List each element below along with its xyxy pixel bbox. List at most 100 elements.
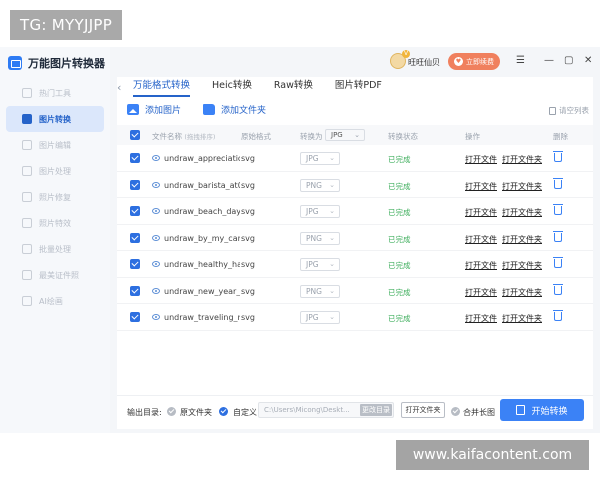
- sidebar-item-ai-paint[interactable]: AI绘画: [6, 288, 104, 314]
- merge-long-label: 合并长图: [463, 408, 495, 417]
- open-folder-link[interactable]: 打开文件夹: [502, 154, 542, 165]
- table-row: undraw_by_my_car_... svg PNG ⌄ 已完成 打开文件 打…: [117, 225, 593, 251]
- delete-icon[interactable]: [553, 310, 563, 321]
- open-folder-link[interactable]: 打开文件夹: [502, 313, 542, 324]
- tab-universal-format[interactable]: 万能格式转换: [133, 77, 191, 97]
- minimize-icon[interactable]: —: [544, 55, 554, 67]
- open-file-link[interactable]: 打开文件: [465, 260, 497, 271]
- username[interactable]: 旺旺仙贝: [392, 57, 440, 68]
- open-folder-link[interactable]: 打开文件夹: [502, 207, 542, 218]
- eye-icon[interactable]: [152, 181, 160, 188]
- add-folder-button[interactable]: 添加文件夹: [203, 103, 266, 116]
- target-format-select[interactable]: PNG ⌄: [300, 231, 340, 245]
- merge-long-checkbox[interactable]: [451, 407, 460, 416]
- open-folder-link[interactable]: 打开文件夹: [502, 234, 542, 245]
- id-photo-icon: [22, 270, 32, 280]
- target-format-value: PNG: [306, 286, 322, 296]
- close-icon[interactable]: ✕: [584, 55, 592, 67]
- add-image-button[interactable]: 添加图片: [127, 103, 181, 116]
- batch-icon: [22, 244, 32, 254]
- target-format-select[interactable]: JPG ⌄: [300, 258, 340, 271]
- table-header: 文件名称 (拖拽排序) 原始格式 转换为 JPG ⌄ 转换状态 操作 删除: [117, 125, 593, 145]
- target-format-select[interactable]: JPG ⌄: [300, 311, 340, 324]
- renew-button[interactable]: ♥ 立即续费: [448, 53, 500, 70]
- open-folder-link[interactable]: 打开文件夹: [502, 181, 542, 192]
- column-header-delete: 删除: [553, 132, 568, 141]
- row-checkbox[interactable]: [130, 232, 140, 243]
- row-checkbox[interactable]: [130, 285, 140, 296]
- target-format-select[interactable]: PNG ⌄: [300, 178, 340, 192]
- file-ext: svg: [241, 260, 255, 269]
- sidebar-item-image-process[interactable]: 图片处理: [6, 158, 104, 184]
- eye-icon[interactable]: [152, 208, 160, 214]
- tab-image-to-pdf[interactable]: 图片转PDF: [335, 77, 382, 97]
- open-file-link[interactable]: 打开文件: [465, 313, 497, 324]
- open-file-link[interactable]: 打开文件: [465, 234, 497, 245]
- sidebar-item-label: 批量处理: [39, 244, 71, 254]
- sidebar-item-photo-effects[interactable]: 照片特效: [6, 210, 104, 236]
- row-checkbox[interactable]: [130, 206, 140, 216]
- row-checkbox[interactable]: [130, 179, 140, 190]
- delete-icon[interactable]: [553, 204, 563, 215]
- delete-icon[interactable]: [553, 230, 563, 242]
- app-window: 万能图片转换器 热门工具 图片转换 图片编辑 图片处理 照片修复 照片特效 批量…: [0, 47, 600, 433]
- column-header-name: 文件名称 (拖拽排序): [152, 131, 215, 142]
- target-format-select[interactable]: JPG ⌄: [300, 152, 340, 165]
- clear-list-label: 请空列表: [559, 106, 589, 115]
- folder-icon: [203, 104, 215, 115]
- file-ext: svg: [241, 286, 255, 296]
- eye-icon[interactable]: [152, 155, 160, 161]
- eye-icon[interactable]: [152, 287, 160, 294]
- target-format-select[interactable]: PNG ⌄: [300, 284, 340, 298]
- maximize-icon[interactable]: ▢: [564, 55, 573, 67]
- sidebar-item-image-edit[interactable]: 图片编辑: [6, 132, 104, 158]
- target-format-value: JPG: [306, 207, 319, 216]
- clear-list-button[interactable]: 请空列表: [549, 105, 589, 116]
- delete-icon[interactable]: [553, 177, 563, 189]
- tab-heic[interactable]: Heic转换: [212, 77, 252, 97]
- output-path-field[interactable]: C:\Users\Micong\Deskt... 更改目录: [258, 402, 394, 418]
- delete-icon[interactable]: [553, 151, 563, 162]
- select-all-checkbox[interactable]: [130, 130, 140, 140]
- output-dir-label: 输出目录:: [127, 408, 162, 417]
- change-dir-button[interactable]: 更改目录: [360, 404, 392, 416]
- sidebar-item-batch[interactable]: 批量处理: [6, 236, 104, 262]
- radio-original-folder[interactable]: [167, 407, 176, 416]
- menu-icon[interactable]: ☰: [516, 55, 525, 67]
- eye-icon[interactable]: [152, 261, 160, 267]
- sidebar-item-image-convert[interactable]: 图片转换: [6, 106, 104, 132]
- open-folder-link[interactable]: 打开文件夹: [502, 260, 542, 271]
- row-checkbox[interactable]: [130, 312, 140, 322]
- open-folder-button[interactable]: 打开文件夹: [401, 402, 445, 418]
- sidebar-item-id-photo[interactable]: 最美证件照: [6, 262, 104, 288]
- convert-all-select[interactable]: JPG ⌄: [325, 129, 365, 141]
- sidebar-item-photo-repair[interactable]: 照片修复: [6, 184, 104, 210]
- open-file-link[interactable]: 打开文件: [465, 207, 497, 218]
- sidebar-item-hot-tools[interactable]: 热门工具: [6, 80, 104, 106]
- target-format-select[interactable]: JPG ⌄: [300, 205, 340, 218]
- table-row: undraw_traveling_m... svg JPG⌄ 已完成 打开文件 …: [117, 304, 593, 331]
- open-file-link[interactable]: 打开文件: [465, 287, 497, 298]
- open-folder-link[interactable]: 打开文件夹: [502, 287, 542, 298]
- start-convert-button[interactable]: 开始转换: [500, 399, 584, 421]
- convert-all-value: JPG: [331, 131, 343, 139]
- delete-icon[interactable]: [553, 257, 563, 268]
- radio-custom[interactable]: [219, 407, 228, 416]
- open-file-link[interactable]: 打开文件: [465, 181, 497, 192]
- delete-icon[interactable]: [553, 283, 563, 295]
- heart-icon: ♥: [454, 57, 463, 66]
- row-checkbox[interactable]: [130, 259, 140, 269]
- row-checkbox[interactable]: [130, 153, 140, 163]
- eye-icon[interactable]: [152, 234, 160, 241]
- file-table-body: undraw_appreciatio... svg JPG⌄ 已完成 打开文件 …: [117, 145, 593, 331]
- file-ext: svg: [241, 313, 255, 322]
- toolbar: 添加图片 添加文件夹 请空列表: [127, 103, 589, 119]
- app-logo-icon: [8, 56, 22, 70]
- tab-raw[interactable]: Raw转换: [274, 77, 313, 97]
- file-name: undraw_traveling_m...: [164, 313, 240, 322]
- back-chevron-icon[interactable]: ‹: [117, 81, 121, 94]
- edit-icon: [22, 140, 32, 150]
- open-file-link[interactable]: 打开文件: [465, 154, 497, 165]
- convert-icon: [516, 405, 526, 415]
- eye-icon[interactable]: [152, 314, 160, 320]
